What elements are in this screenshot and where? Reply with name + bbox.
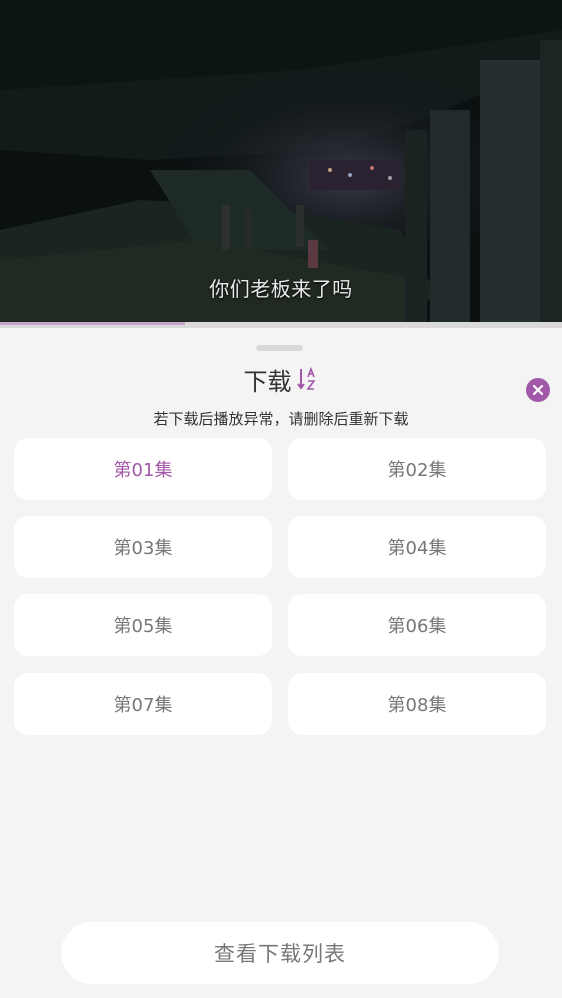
video-subtitle: 你们老板来了吗 <box>209 277 353 301</box>
close-button[interactable] <box>526 378 550 402</box>
episode-08-button[interactable]: 第08集 <box>288 673 546 735</box>
episode-06-button[interactable]: 第06集 <box>288 594 546 656</box>
sheet-header: 下载 <box>0 362 562 396</box>
episode-02-button[interactable]: 第02集 <box>288 438 546 500</box>
sort-az-icon[interactable] <box>296 366 319 392</box>
download-notice: 若下载后播放异常，请删除后重新下载 <box>153 410 409 428</box>
sheet-title: 下载 <box>243 367 292 396</box>
sheet-drag-handle[interactable] <box>256 345 303 351</box>
close-icon <box>532 384 544 396</box>
download-sheet: 下载 若下载后播放异常，请删除后重新下载 第01集 第02集 第03集 第04集… <box>0 328 562 998</box>
episode-07-button[interactable]: 第07集 <box>14 673 272 735</box>
episode-03-button[interactable]: 第03集 <box>14 516 272 578</box>
video-player[interactable]: 你们老板来了吗 <box>0 0 562 322</box>
episode-01-button[interactable]: 第01集 <box>14 438 272 500</box>
video-progress-fill <box>0 322 186 325</box>
view-download-list-button[interactable]: 查看下载列表 <box>61 922 499 984</box>
episode-05-button[interactable]: 第05集 <box>14 594 272 656</box>
episode-04-button[interactable]: 第04集 <box>288 516 546 578</box>
